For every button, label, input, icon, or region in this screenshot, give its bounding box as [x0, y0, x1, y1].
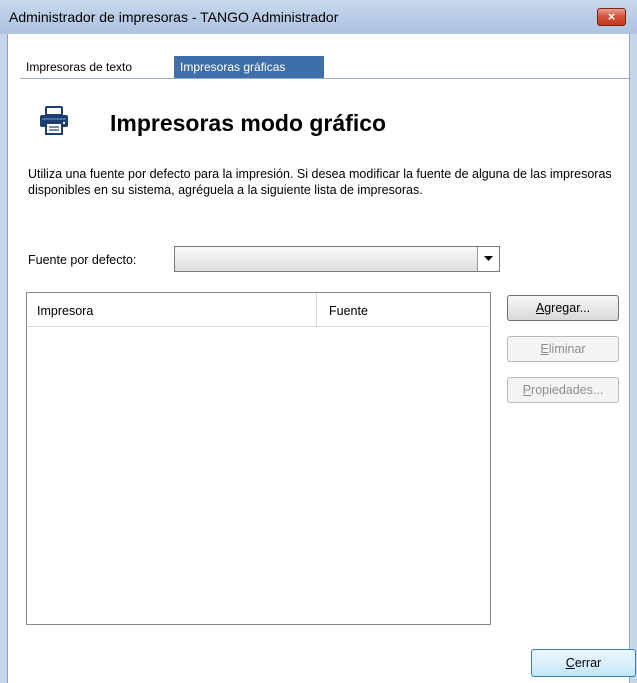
tab-text-printers[interactable]: Impresoras de texto: [20, 56, 174, 78]
title-bar[interactable]: Administrador de impresoras - TANGO Admi…: [0, 0, 637, 35]
delete-button[interactable]: Eliminar: [507, 336, 619, 362]
chevron-down-icon: [484, 256, 493, 261]
window-frame-right: [629, 34, 637, 683]
add-button-mnemonic: A: [535, 301, 545, 315]
properties-button-label: ropiedades...: [531, 383, 604, 397]
close-window-button[interactable]: ×: [597, 8, 626, 26]
close-button-label: errar: [574, 656, 602, 670]
column-header-printer[interactable]: Impresora: [27, 293, 317, 326]
tab-graphic-printers[interactable]: Impresoras gráficas: [174, 56, 324, 78]
dropdown-button[interactable]: [477, 247, 499, 271]
tab-divider: [20, 78, 629, 79]
delete-button-label: liminar: [548, 342, 586, 356]
page-title: Impresoras modo gráfico: [110, 110, 387, 136]
close-button-mnemonic: C: [565, 656, 575, 670]
add-button[interactable]: Agregar...: [507, 295, 619, 321]
properties-button-mnemonic: P: [522, 383, 532, 397]
close-button[interactable]: Cerrar: [531, 649, 636, 677]
description-text: Utiliza una fuente por defecto para la i…: [28, 167, 612, 197]
delete-button-mnemonic: E: [540, 342, 549, 356]
printer-icon: [40, 106, 68, 135]
window-frame-left: [0, 34, 8, 683]
column-header-font[interactable]: Fuente: [317, 293, 490, 326]
list-header: Impresora Fuente: [27, 293, 490, 327]
printer-list[interactable]: Impresora Fuente: [26, 292, 491, 625]
properties-button[interactable]: Propiedades...: [507, 377, 619, 403]
default-font-label: Fuente por defecto:: [28, 253, 137, 267]
window-title: Administrador de impresoras - TANGO Admi…: [9, 9, 339, 25]
window: Administrador de impresoras - TANGO Admi…: [0, 0, 637, 683]
close-icon: ×: [607, 9, 616, 24]
add-button-label: gregar...: [544, 301, 591, 315]
default-font-select[interactable]: [174, 246, 500, 272]
